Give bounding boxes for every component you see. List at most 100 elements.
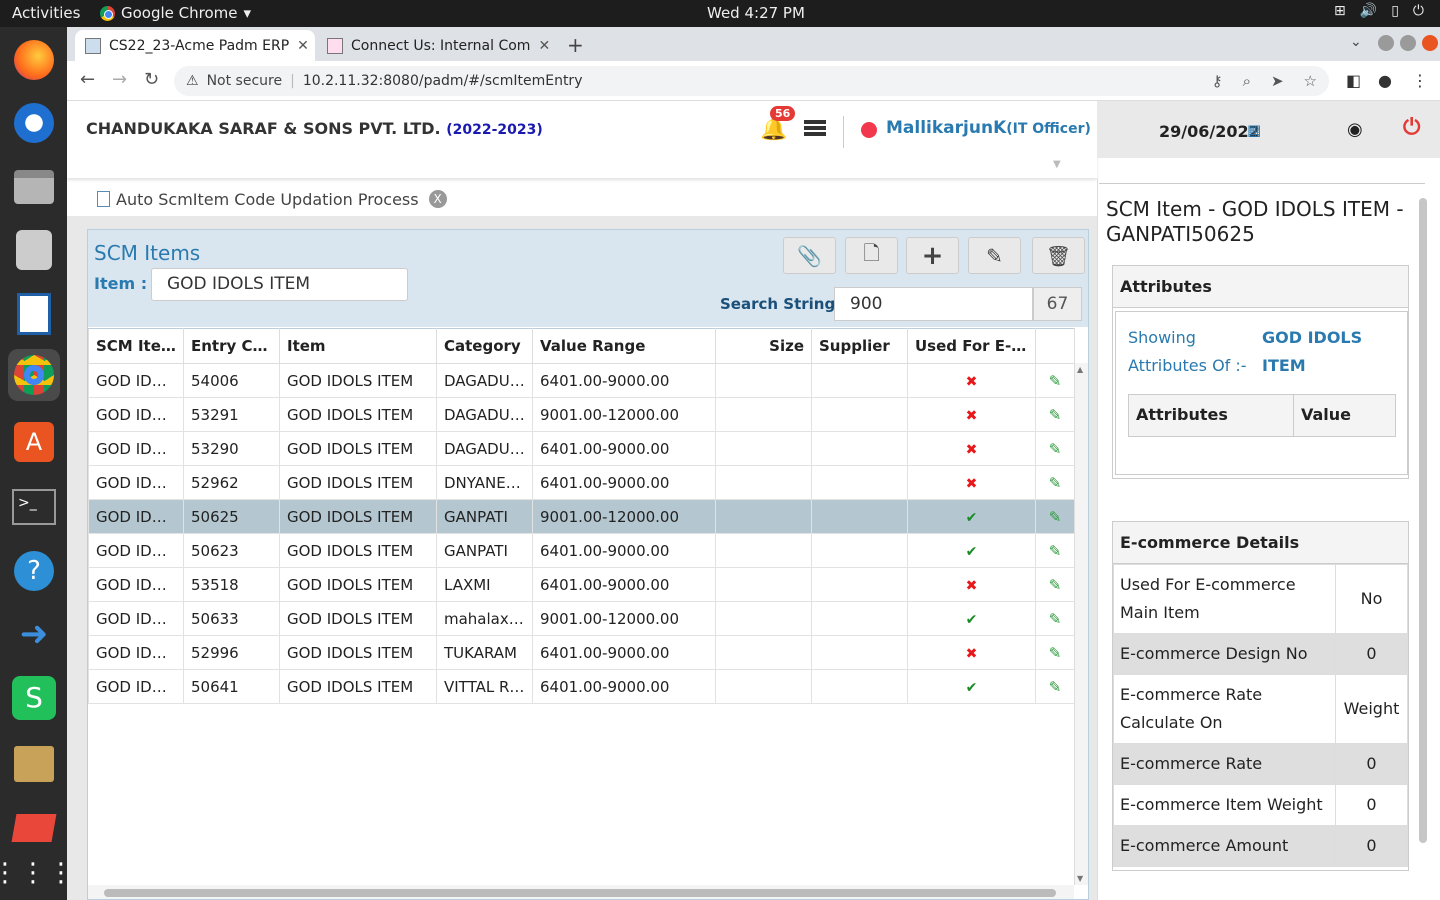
new-tab-icon[interactable]: + bbox=[567, 33, 584, 57]
edit-row-icon[interactable]: ✎ bbox=[1049, 542, 1062, 560]
user-menu[interactable]: MallikarjunK(IT Officer) bbox=[886, 118, 1091, 138]
back-icon[interactable]: ← bbox=[80, 69, 95, 90]
ecommerce-label: Used For E-commerce Main Item bbox=[1113, 564, 1336, 634]
edit-row-icon[interactable]: ✎ bbox=[1049, 372, 1062, 390]
table-row[interactable]: GOD IDOLS ITEM - LAXMI5351853518GOD IDOL… bbox=[88, 567, 1075, 602]
scroll-down-icon[interactable]: ▼ bbox=[1077, 874, 1083, 883]
delete-button[interactable]: 🗑 bbox=[1032, 237, 1085, 274]
address-bar[interactable]: ⚠ Not secure | 10.2.11.32:8080/padm/#/sc… bbox=[174, 66, 1329, 96]
writer-icon[interactable] bbox=[8, 288, 60, 340]
more-menu-icon[interactable]: ⋮ bbox=[1412, 71, 1428, 90]
column-header-ecommerce[interactable]: Used For E-Commerce bbox=[907, 328, 1036, 364]
app-menu[interactable]: Google Chrome ▾ bbox=[100, 4, 251, 22]
tab-title: Connect Us: Internal Com bbox=[351, 37, 531, 54]
table-row[interactable]: GOD IDOLS ITEM - DNYANESHWAR5296252962GO… bbox=[88, 465, 1075, 500]
detail-scrollbar[interactable] bbox=[1417, 188, 1429, 868]
firefox-icon[interactable] bbox=[8, 34, 60, 86]
edit-row-icon[interactable]: ✎ bbox=[1049, 678, 1062, 696]
column-header-supplier[interactable]: Supplier bbox=[811, 328, 908, 364]
side-panel-icon[interactable]: ◧ bbox=[1346, 71, 1361, 90]
files-icon[interactable] bbox=[8, 161, 60, 213]
show-apps-icon[interactable]: ⋮⋮⋮ bbox=[0, 847, 74, 899]
table-row[interactable]: GOD IDOLS ITEM - mahalaxmi5063350633GOD … bbox=[88, 601, 1075, 636]
ecommerce-value: 0 bbox=[1335, 825, 1408, 867]
column-header-scm-item[interactable]: SCM Item Name bbox=[88, 328, 184, 364]
column-header-size[interactable]: Size bbox=[715, 328, 812, 364]
cell-value-range: 6401.00-9000.00 bbox=[532, 363, 716, 398]
column-header-category[interactable]: Category bbox=[436, 328, 533, 364]
edit-button[interactable]: ✎ bbox=[968, 237, 1021, 274]
close-window-icon[interactable] bbox=[1422, 35, 1438, 51]
maximize-icon[interactable] bbox=[1400, 35, 1416, 51]
attr-column-header: Attributes bbox=[1129, 395, 1294, 436]
browser-tab-connect[interactable]: Connect Us: Internal Com ✕ bbox=[317, 30, 549, 61]
cell-category: TUKARAM bbox=[436, 635, 533, 670]
scrollbar-thumb[interactable] bbox=[1419, 198, 1427, 843]
table-vertical-scrollbar[interactable]: ▲ ▼ bbox=[1074, 363, 1088, 885]
hide-eye-icon[interactable]: ◉ bbox=[1347, 119, 1363, 140]
attach-button[interactable]: 📎 bbox=[783, 237, 836, 274]
close-page-tab-icon[interactable]: X bbox=[428, 190, 447, 208]
column-header-entry-code[interactable]: Entry Code bbox=[183, 328, 280, 364]
warning-icon[interactable]: ⚠ bbox=[186, 73, 199, 89]
close-tab-icon[interactable]: ✕ bbox=[297, 38, 309, 54]
help-icon[interactable]: ? bbox=[8, 545, 60, 597]
table-row[interactable]: GOD IDOLS ITEM - DAGADUSHETH5400654006GO… bbox=[88, 363, 1075, 398]
column-header-item[interactable]: Item bbox=[279, 328, 437, 364]
forward-icon[interactable]: → bbox=[112, 69, 127, 90]
table-row[interactable]: GOD IDOLS ITEM - GANPATI5062350623GOD ID… bbox=[88, 533, 1075, 568]
edit-row-icon[interactable]: ✎ bbox=[1049, 610, 1062, 628]
terminal-icon[interactable]: >_ bbox=[8, 481, 60, 533]
item-select[interactable]: GOD IDOLS ITEM bbox=[151, 268, 408, 301]
thunderbird-icon[interactable] bbox=[8, 97, 60, 149]
edit-row-icon[interactable]: ✎ bbox=[1049, 644, 1062, 662]
bookmark-star-icon[interactable]: ☆ bbox=[1304, 72, 1317, 90]
chrome-dock-icon[interactable] bbox=[8, 349, 60, 401]
close-tab-icon[interactable]: ✕ bbox=[538, 38, 549, 54]
cross-icon: ✖ bbox=[965, 373, 978, 390]
table-row[interactable]: GOD IDOLS ITEM - TUKARAM5299652996GOD ID… bbox=[88, 635, 1075, 670]
scroll-up-icon[interactable]: ▲ bbox=[1077, 365, 1083, 374]
system-tray[interactable]: ⊞ 🔊 ▯ ⏻ bbox=[1334, 3, 1424, 19]
archive-icon[interactable] bbox=[8, 738, 60, 790]
table-horizontal-scrollbar[interactable] bbox=[88, 885, 1074, 899]
open-page-tab[interactable]: Auto ScmItem Code Updation Process X bbox=[87, 187, 447, 211]
key-icon[interactable]: ⚷ bbox=[1212, 72, 1223, 90]
cross-icon: ✖ bbox=[965, 407, 978, 424]
cell-supplier bbox=[811, 669, 908, 704]
edit-row-icon[interactable]: ✎ bbox=[1049, 576, 1062, 594]
menu-icon[interactable] bbox=[804, 120, 826, 138]
clock[interactable]: Wed 4:27 PM bbox=[707, 4, 805, 22]
remmina-icon[interactable]: ➜ bbox=[8, 608, 60, 660]
edit-row-icon[interactable]: ✎ bbox=[1049, 474, 1062, 492]
table-row[interactable]: GOD IDOLS ITEM - GANPATI5062550625GOD ID… bbox=[88, 499, 1075, 534]
send-icon[interactable]: ➤ bbox=[1271, 72, 1284, 90]
minimize-icon[interactable] bbox=[1378, 35, 1394, 51]
add-button[interactable]: + bbox=[906, 237, 959, 274]
tab-search-icon[interactable]: ⌄ bbox=[1350, 34, 1362, 50]
software-center-icon[interactable]: A bbox=[8, 416, 60, 468]
edit-row-icon[interactable]: ✎ bbox=[1049, 440, 1062, 458]
column-header-value-range[interactable]: Value Range bbox=[532, 328, 716, 364]
edit-row-icon[interactable]: ✎ bbox=[1049, 508, 1062, 526]
header-divider bbox=[843, 116, 844, 148]
reload-icon[interactable]: ↻ bbox=[144, 69, 159, 90]
zoom-icon[interactable]: ⌕ bbox=[1243, 72, 1251, 90]
table-row[interactable]: GOD IDOLS ITEM - VITTAL RUKMINI506415064… bbox=[88, 669, 1075, 704]
browser-tab-erp[interactable]: CS22_23-Acme Padm ERP ✕ bbox=[75, 30, 315, 61]
sheets-icon[interactable]: S bbox=[8, 672, 60, 724]
scrollbar-thumb[interactable] bbox=[104, 889, 1056, 897]
search-input[interactable]: 900 bbox=[834, 287, 1033, 321]
activities-button[interactable]: Activities bbox=[12, 4, 80, 22]
logout-icon[interactable]: ⏻ bbox=[1403, 115, 1420, 140]
table-row[interactable]: GOD IDOLS ITEM - DAGADUSHETH5329053290GO… bbox=[88, 431, 1075, 466]
header-collapse-icon[interactable]: ▼ bbox=[1053, 159, 1061, 170]
rhythmbox-icon[interactable] bbox=[8, 224, 60, 276]
table-row[interactable]: GOD IDOLS ITEM - DAGADUSHETH5329153291GO… bbox=[88, 397, 1075, 432]
cell-ecommerce: ✖ bbox=[907, 567, 1036, 602]
cell-size bbox=[715, 465, 812, 500]
profile-icon[interactable]: ● bbox=[1378, 71, 1392, 90]
edit-row-icon[interactable]: ✎ bbox=[1049, 406, 1062, 424]
calendar-icon[interactable]: ▦ bbox=[1247, 121, 1261, 139]
clear-file-button[interactable]: 🗋 bbox=[845, 237, 898, 274]
